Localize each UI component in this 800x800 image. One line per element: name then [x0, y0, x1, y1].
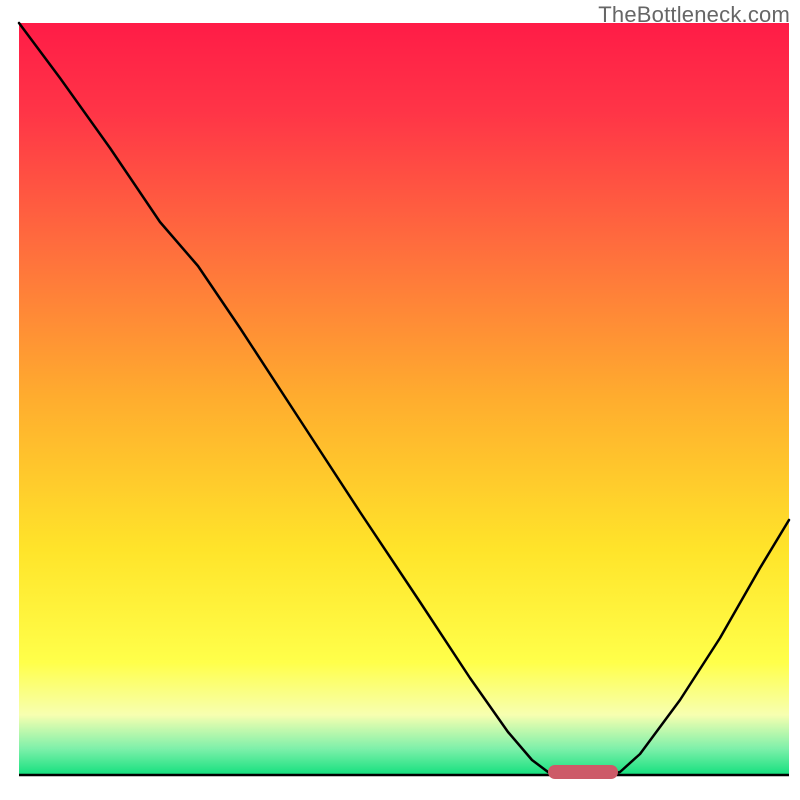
chart-canvas: TheBottleneck.com — [0, 0, 800, 800]
watermark-text: TheBottleneck.com — [598, 2, 790, 28]
chart-svg — [0, 0, 800, 800]
optimal-marker — [548, 765, 618, 779]
gradient-background — [19, 23, 789, 775]
